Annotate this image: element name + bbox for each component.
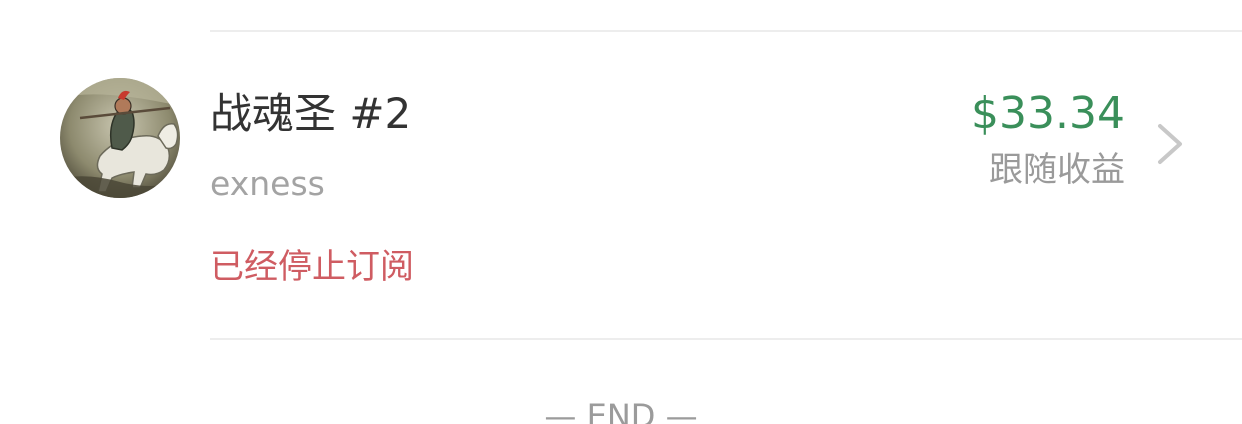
list-end-marker: — END — (544, 397, 698, 424)
subscription-status: 已经停止订阅 (210, 247, 414, 287)
bottom-divider (210, 338, 1242, 340)
trader-name: 战魂圣 #2 (210, 89, 412, 138)
chevron-right-icon[interactable] (1152, 120, 1188, 168)
follow-profit-value: $33.34 (971, 88, 1125, 139)
subscription-list-page: 战魂圣 #2 exness 已经停止订阅 $33.34 跟随收益 — END — (0, 0, 1242, 424)
trader-avatar (60, 78, 180, 198)
follow-profit-label: 跟随收益 (989, 150, 1125, 190)
warrior-avatar-icon (60, 78, 180, 198)
broker-name: exness (210, 164, 325, 203)
top-divider (210, 30, 1242, 32)
